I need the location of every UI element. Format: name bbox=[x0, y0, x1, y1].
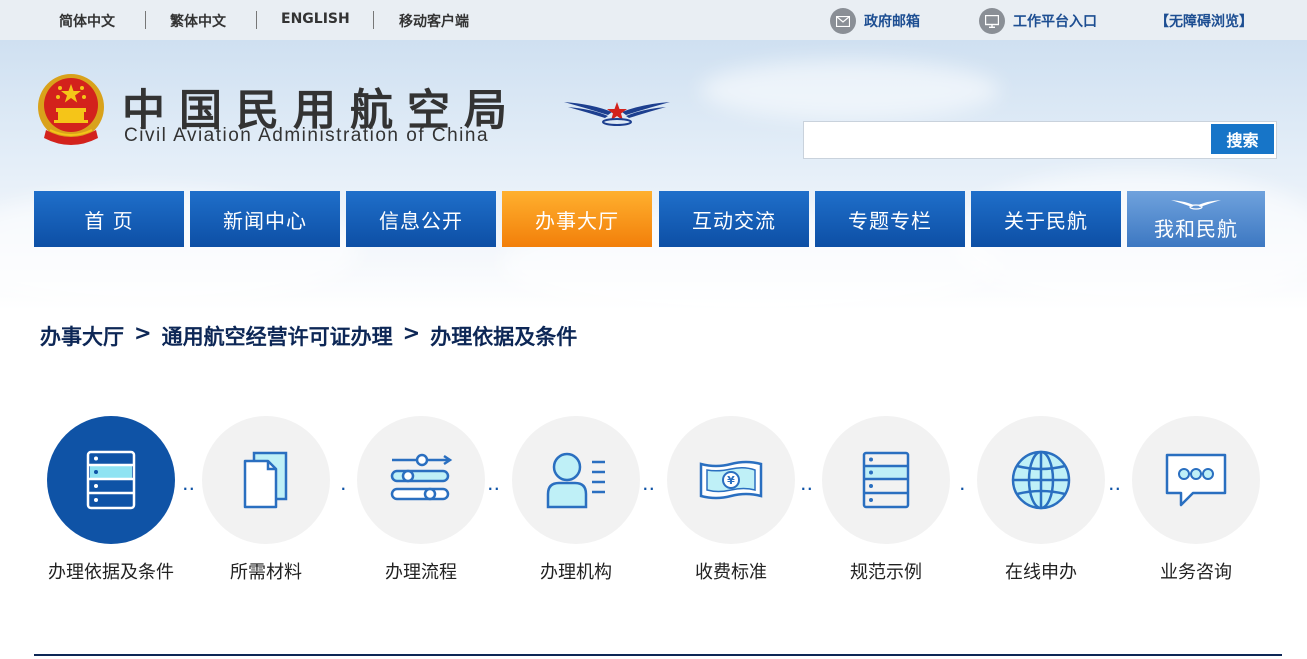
lang-english-link[interactable]: ENGLISH bbox=[281, 11, 350, 27]
service-label[interactable]: 业务咨询 bbox=[1116, 558, 1276, 584]
service-consultation[interactable] bbox=[1132, 416, 1260, 544]
mobile-client-link[interactable]: 移动客户端 bbox=[399, 11, 469, 31]
site-title-en[interactable]: Civil Aviation Administration of China bbox=[124, 125, 489, 147]
step-connector: .. bbox=[183, 479, 197, 493]
breadcrumb: 办事大厅 > 通用航空经营许可证办理 > 办理依据及条件 bbox=[40, 321, 577, 351]
service-process[interactable] bbox=[357, 416, 485, 544]
workbench-label: 工作平台入口 bbox=[1013, 14, 1097, 30]
step-connector: .. bbox=[1109, 479, 1123, 493]
envelope-icon bbox=[830, 8, 856, 34]
service-label[interactable]: 办理流程 bbox=[341, 558, 501, 584]
divider bbox=[373, 11, 374, 29]
banknote-icon: ¥ bbox=[699, 460, 763, 500]
step-connector: . bbox=[341, 479, 348, 493]
service-label[interactable]: 办理机构 bbox=[496, 558, 656, 584]
breadcrumb-separator: > bbox=[134, 321, 152, 345]
workbench-link[interactable]: 工作平台入口 bbox=[979, 8, 1097, 34]
nav-news-center[interactable]: 新闻中心 bbox=[190, 191, 340, 247]
service-agency[interactable] bbox=[512, 416, 640, 544]
breadcrumb-current: 办理依据及条件 bbox=[430, 325, 578, 349]
nav-service-hall[interactable]: 办事大厅 bbox=[502, 191, 652, 247]
breadcrumb-ga-license[interactable]: 通用航空经营许可证办理 bbox=[162, 321, 393, 351]
service-label[interactable]: 所需材料 bbox=[186, 558, 346, 584]
divider bbox=[145, 11, 146, 29]
nav-info-disclosure[interactable]: 信息公开 bbox=[346, 191, 496, 247]
service-fee-standard[interactable]: ¥ bbox=[667, 416, 795, 544]
nav-interaction[interactable]: 互动交流 bbox=[659, 191, 809, 247]
divider bbox=[256, 11, 257, 29]
documents-icon bbox=[243, 451, 288, 509]
server-stack-icon bbox=[862, 451, 910, 509]
gov-mail-link[interactable]: 政府邮箱 bbox=[830, 8, 920, 34]
step-connector: .. bbox=[801, 479, 815, 493]
accessibility-link[interactable]: 【无障碍浏览】 bbox=[1155, 11, 1253, 31]
service-label[interactable]: 收费标准 bbox=[651, 558, 811, 584]
globe-icon bbox=[1011, 450, 1071, 510]
search-button[interactable]: 搜索 bbox=[1211, 124, 1274, 154]
svg-text:¥: ¥ bbox=[727, 474, 735, 487]
service-label[interactable]: 在线申办 bbox=[961, 558, 1121, 584]
search-input[interactable] bbox=[812, 128, 1202, 152]
service-label[interactable]: 规范示例 bbox=[806, 558, 966, 584]
lang-traditional-chinese-link[interactable]: 繁体中文 bbox=[170, 11, 226, 31]
section-divider bbox=[34, 654, 1282, 656]
flow-sliders-icon bbox=[390, 453, 453, 501]
breadcrumb-separator: > bbox=[402, 321, 421, 345]
lang-simplified-chinese-link[interactable]: 简体中文 bbox=[59, 11, 115, 31]
nav-special-topics[interactable]: 专题专栏 bbox=[815, 191, 965, 247]
top-bar: 简体中文 繁体中文 ENGLISH 移动客户端 政府邮箱 工作平台入口 【无障碍… bbox=[0, 0, 1307, 40]
service-required-materials[interactable] bbox=[202, 416, 330, 544]
nav-me-and-caac-label: 我和民航 bbox=[1154, 216, 1238, 241]
wings-icon bbox=[1171, 199, 1221, 210]
chat-bubble-icon bbox=[1165, 453, 1227, 507]
nav-home[interactable]: 首 页 bbox=[34, 191, 184, 247]
step-connector: .. bbox=[488, 479, 502, 493]
service-basis-conditions[interactable] bbox=[47, 416, 175, 544]
breadcrumb-service-hall[interactable]: 办事大厅 bbox=[40, 321, 124, 351]
nav-about-caac[interactable]: 关于民航 bbox=[971, 191, 1121, 247]
server-stack-icon bbox=[86, 450, 136, 510]
search-box: 搜索 bbox=[803, 121, 1277, 159]
national-emblem-icon[interactable] bbox=[36, 72, 106, 148]
caac-wings-logo-icon[interactable] bbox=[562, 96, 672, 128]
monitor-icon bbox=[979, 8, 1005, 34]
service-examples[interactable] bbox=[822, 416, 950, 544]
service-online-application[interactable] bbox=[977, 416, 1105, 544]
step-connector: . bbox=[960, 479, 967, 493]
service-label[interactable]: 办理依据及条件 bbox=[31, 558, 191, 584]
cloud-decoration bbox=[700, 60, 1000, 120]
gov-mail-label: 政府邮箱 bbox=[864, 14, 920, 30]
nav-me-and-caac[interactable]: 我和民航 bbox=[1127, 191, 1265, 247]
person-card-icon bbox=[546, 452, 605, 509]
site-header: 中国民用航空局 Civil Aviation Administration of… bbox=[0, 40, 1307, 310]
step-connector: .. bbox=[643, 479, 657, 493]
